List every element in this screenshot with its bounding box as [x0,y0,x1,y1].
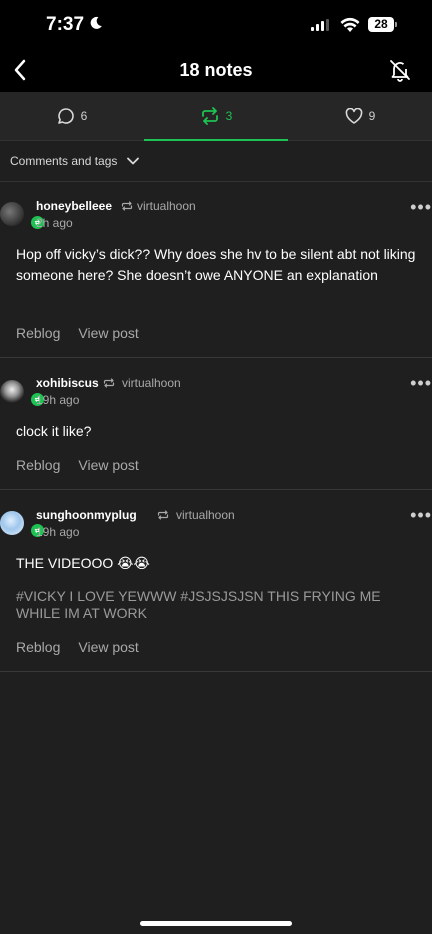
note-actions: Reblog View post [16,457,139,473]
note-timestamp: 2h ago [36,216,73,230]
note-body: clock it like? [16,423,92,439]
note-username[interactable]: sunghoonmyplug [36,508,137,522]
filter-dropdown[interactable]: Comments and tags [0,141,432,182]
note-item: honeybelleee virtualhoon 2h ago ••• Hop … [0,182,432,358]
tab-comments-count: 6 [80,109,88,123]
notes-tabs: 6 3 9 [0,92,432,141]
bell-off-icon [390,60,410,82]
mute-notifications-button[interactable] [386,56,414,84]
tab-likes-count: 9 [368,109,376,123]
wifi-icon [340,17,360,32]
more-options-button[interactable]: ••• [410,198,432,216]
chevron-down-icon [127,157,140,165]
avatar[interactable] [0,380,24,404]
reblog-button[interactable]: Reblog [16,325,60,341]
reblog-icon [103,378,115,388]
note-body: THE VIDEOOO 😭😭 [16,555,150,571]
battery-level: 28 [368,17,394,32]
avatar[interactable] [0,511,24,535]
view-post-button[interactable]: View post [78,457,138,473]
note-actions: Reblog View post [16,325,139,341]
note-item: xohibiscus virtualhoon 19h ago ••• clock… [0,358,432,490]
battery-icon: 28 [368,17,398,32]
reblog-icon [157,510,169,520]
status-bar: 7:37 28 [0,0,432,48]
comment-icon [57,108,74,124]
tab-reblogs[interactable]: 3 [144,92,288,141]
more-options-button[interactable]: ••• [410,506,432,524]
note-body: Hop off vicky’s dick?? Why does she hv t… [16,246,416,283]
tab-comments[interactable]: 6 [0,92,144,140]
note-item: sunghoonmyplug virtualhoon 19h ago ••• T… [0,490,432,672]
page-title: 18 notes [179,60,253,80]
note-actions: Reblog View post [16,639,139,655]
status-time: 7:37 [46,14,85,35]
note-timestamp: 19h ago [36,525,80,539]
reblog-button[interactable]: Reblog [16,639,60,655]
note-source[interactable]: virtualhoon [122,376,181,390]
reblog-button[interactable]: Reblog [16,457,60,473]
home-indicator[interactable] [140,921,292,926]
note-tags[interactable]: #VICKY I LOVE YEWWW #JSJSJSJSN THIS FRYI… [16,588,402,622]
note-source[interactable]: virtualhoon [176,508,235,522]
filter-label: Comments and tags [10,154,118,168]
view-post-button[interactable]: View post [78,325,138,341]
note-source[interactable]: virtualhoon [137,199,196,213]
reblog-icon [121,201,133,211]
moon-icon [90,16,102,29]
view-post-button[interactable]: View post [78,639,138,655]
avatar[interactable] [0,202,24,226]
reblog-icon [201,107,218,125]
note-timestamp: 19h ago [36,393,80,407]
note-username[interactable]: xohibiscus [36,376,99,390]
nav-bar: 18 notes [0,48,432,92]
tab-reblogs-count: 3 [225,109,233,123]
signal-icon [311,19,329,31]
tab-likes[interactable]: 9 [288,92,432,140]
more-options-button[interactable]: ••• [410,374,432,392]
heart-icon [345,108,363,124]
note-username[interactable]: honeybelleee [36,199,112,213]
